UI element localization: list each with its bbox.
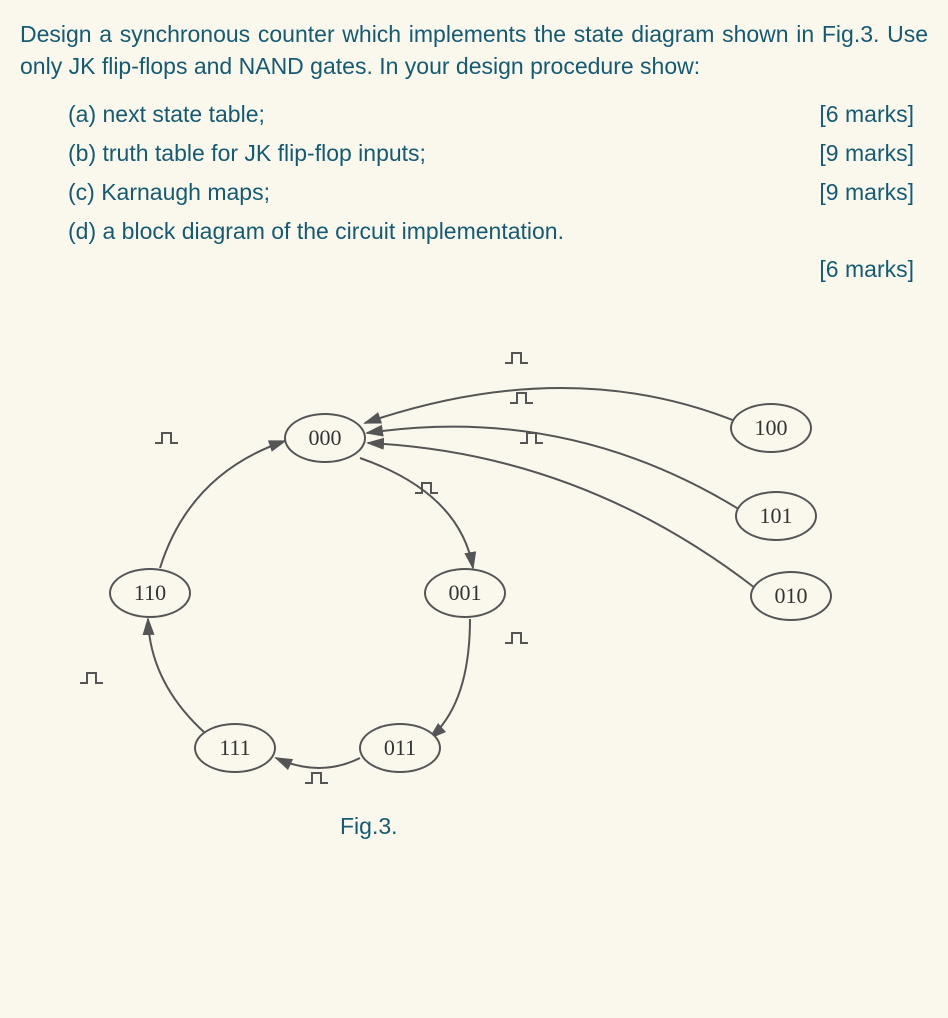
- state-010: 010: [750, 571, 832, 621]
- subitem-b: (b) truth table for JK flip-flop inputs;…: [68, 135, 914, 172]
- subitem-a-marks: [6 marks]: [819, 96, 914, 133]
- subitem-c: (c) Karnaugh maps; [9 marks]: [68, 174, 914, 211]
- subitem-b-marks: [9 marks]: [819, 135, 914, 172]
- state-110: 110: [109, 568, 191, 618]
- subitem-c-marks: [9 marks]: [819, 174, 914, 211]
- subitem-d: (d) a block diagram of the circuit imple…: [68, 213, 914, 250]
- subitem-b-label: (b) truth table for JK flip-flop inputs;: [68, 135, 819, 172]
- question-intro: Design a synchronous counter which imple…: [20, 18, 928, 82]
- state-100: 100: [730, 403, 812, 453]
- state-111: 111: [194, 723, 276, 773]
- state-011: 011: [359, 723, 441, 773]
- subitem-d-label: (d) a block diagram of the circuit imple…: [68, 213, 914, 250]
- state-101: 101: [735, 491, 817, 541]
- state-000: 000: [284, 413, 366, 463]
- subitem-list: (a) next state table; [6 marks] (b) trut…: [68, 96, 914, 249]
- subitem-a-label: (a) next state table;: [68, 96, 819, 133]
- state-001: 001: [424, 568, 506, 618]
- trailing-marks: [6 marks]: [20, 256, 914, 283]
- subitem-a: (a) next state table; [6 marks]: [68, 96, 914, 133]
- subitem-c-label: (c) Karnaugh maps;: [68, 174, 819, 211]
- state-diagram-figure: 000 001 011 111 110 100 101 010 Fig.3.: [20, 323, 928, 883]
- figure-caption: Fig.3.: [340, 813, 398, 840]
